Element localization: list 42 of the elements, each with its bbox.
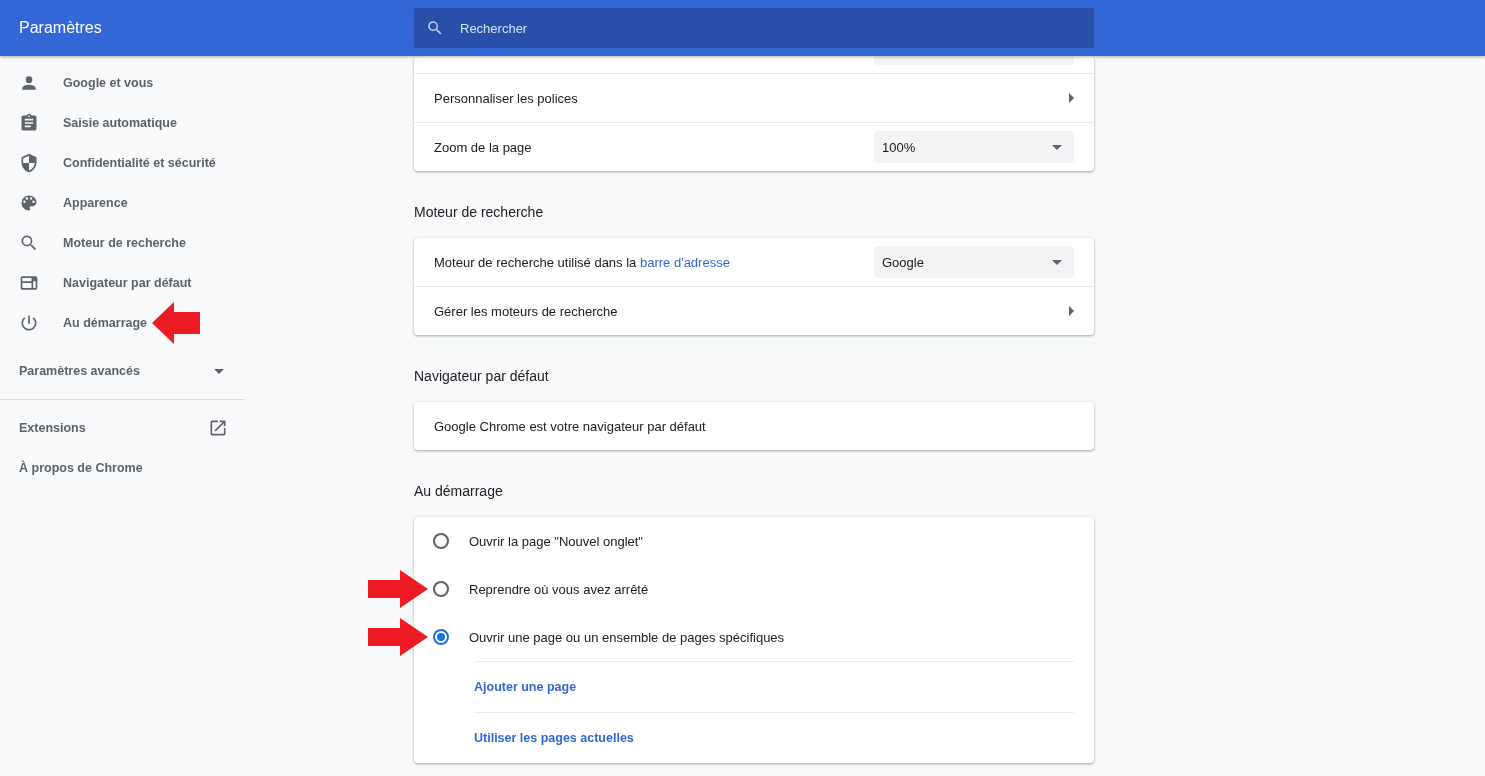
setting-label: Google Chrome est votre navigateur par défaut: [434, 418, 706, 434]
settings-row[interactable]: Personnaliser les polices: [414, 73, 1094, 122]
person-icon: [19, 73, 39, 93]
dropdown[interactable]: Google: [874, 246, 1074, 278]
settings-row[interactable]: Gérer les moteurs de recherche: [414, 286, 1094, 335]
radio-label: Ouvrir la page "Nouvel onglet": [469, 533, 643, 549]
setting-label: Zoom de la page: [434, 139, 532, 155]
chevron-right-icon: [1069, 306, 1074, 316]
browser-window-icon: [19, 273, 39, 293]
section-title: Au démarrage: [414, 483, 503, 499]
sidebar-link[interactable]: Extensions: [0, 408, 245, 448]
sidebar-item[interactable]: Au démarrage: [0, 303, 245, 343]
action-link[interactable]: Utiliser les pages actuelles: [474, 731, 634, 745]
radio-label: Ouvrir une page ou un ensemble de pages spécifiques: [469, 629, 785, 645]
page-title: Paramètres: [19, 19, 102, 36]
radio-button[interactable]: [433, 581, 449, 597]
caret-icon: [1052, 259, 1062, 265]
sidebar-item[interactable]: Navigateur par défaut: [0, 263, 245, 303]
shield-icon: [19, 153, 39, 173]
dropdown[interactable]: 100%: [874, 131, 1074, 163]
sidebar-item[interactable]: Google et vous: [0, 63, 245, 103]
action-link[interactable]: Ajouter une page: [474, 680, 577, 694]
section-title: Navigateur par défaut: [414, 368, 549, 384]
sidebar-item[interactable]: Saisie automatique: [0, 103, 245, 143]
radio-label: Reprendre où vous avez arrêté: [469, 581, 649, 597]
sidebar-link[interactable]: À propos de Chrome: [0, 448, 245, 488]
sidebar-item[interactable]: Confidentialité et sécurité: [0, 143, 245, 183]
clipboard-icon: [19, 113, 39, 133]
chevron-right-icon: [1069, 93, 1074, 103]
advanced-settings-toggle[interactable]: Paramètres avancés: [0, 351, 245, 391]
power-icon: [19, 313, 39, 333]
radio-button[interactable]: [433, 629, 449, 645]
palette-icon: [19, 193, 39, 213]
radio-button[interactable]: [433, 533, 449, 549]
sidebar-item[interactable]: Moteur de recherche: [0, 223, 245, 263]
address-bar-link[interactable]: barre d'adresse: [639, 254, 730, 270]
setting-label: Moteur de recherche utilisé dans la barre d'adresse: [434, 254, 730, 270]
caret-icon: [1052, 144, 1062, 150]
sidebar-item[interactable]: Apparence: [0, 183, 245, 223]
section-title: Moteur de recherche: [414, 204, 544, 220]
search-icon: [19, 233, 39, 253]
search-field[interactable]: Rechercher: [414, 8, 1094, 48]
